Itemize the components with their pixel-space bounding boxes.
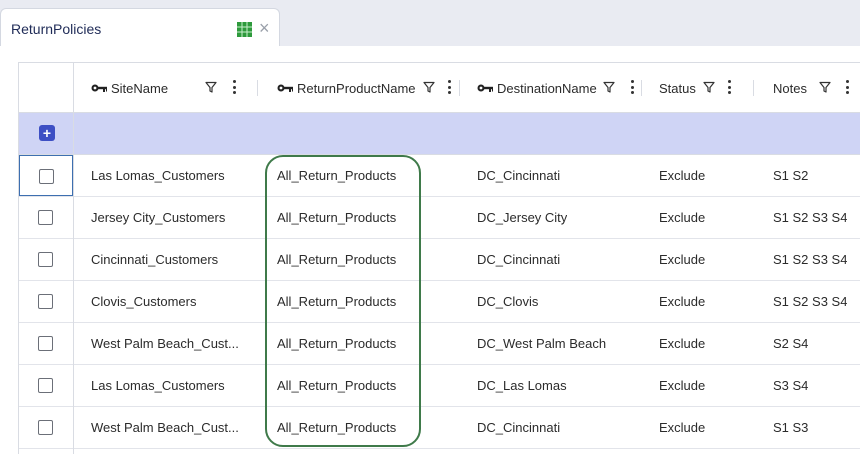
cell-sitename[interactable]: Jersey City_Customers — [91, 197, 225, 238]
row-select-cell — [19, 155, 73, 196]
filter-icon[interactable] — [819, 80, 831, 93]
cell-destinationname[interactable]: DC_Las Lomas — [477, 365, 567, 406]
row-checkbox[interactable] — [38, 420, 53, 435]
cell-status[interactable]: Exclude — [659, 281, 705, 322]
row-select-cell — [19, 239, 73, 280]
row-checkbox[interactable] — [38, 378, 53, 393]
cell-status[interactable]: Exclude — [659, 407, 705, 448]
column-header-sitename[interactable]: SiteName — [91, 63, 168, 113]
column-header-label: DestinationName — [497, 80, 597, 96]
row-checkbox[interactable] — [38, 252, 53, 267]
column-resize-handle[interactable] — [257, 80, 258, 96]
key-icon — [91, 83, 111, 93]
cell-returnproductname[interactable]: All_Return_Products — [277, 407, 396, 448]
cell-destinationname[interactable]: DC_Cincinnati — [477, 239, 560, 280]
table-row[interactable]: Jersey City_Customers All_Return_Products… — [19, 197, 860, 239]
table-row[interactable]: West Palm Beach_Cust... All_Return_Produc… — [19, 323, 860, 365]
cell-returnproductname[interactable]: All_Return_Products — [277, 155, 396, 196]
close-icon[interactable]: × — [259, 19, 270, 37]
cell-returnproductname[interactable]: All_Return_Products — [277, 323, 396, 364]
column-header-label: SiteName — [111, 80, 169, 96]
table-row[interactable]: West Palm Beach_Cust... All_Return_Produc… — [19, 407, 860, 449]
tab-title: ReturnPolicies — [11, 21, 102, 37]
row-select-cell — [19, 323, 73, 364]
row-checkbox[interactable] — [38, 294, 53, 309]
column-header-label: Notes — [773, 80, 807, 96]
table-row[interactable]: Las Lomas_Customers All_Return_Products DC… — [19, 365, 860, 407]
cell-sitename[interactable]: Clovis_Customers — [91, 281, 196, 322]
column-resize-handle[interactable] — [753, 80, 754, 96]
column-menu-icon[interactable] — [447, 80, 451, 94]
cell-status[interactable]: Exclude — [659, 239, 705, 280]
table-row[interactable]: Las Lomas_Customers All_Return_Products DC… — [19, 155, 860, 197]
column-menu-icon[interactable] — [727, 80, 731, 94]
return-policies-grid: SiteName ReturnProductName DestinationName… — [18, 62, 860, 454]
add-row-bar: + — [19, 113, 860, 155]
cell-status[interactable]: Exclude — [659, 197, 705, 238]
column-header-notes[interactable]: Notes — [773, 63, 807, 113]
cell-sitename[interactable]: Las Lomas_Customers — [91, 155, 225, 196]
filter-icon[interactable] — [603, 80, 615, 93]
cell-status[interactable]: Exclude — [659, 323, 705, 364]
checkbox-column-divider — [73, 63, 74, 454]
cell-sitename[interactable]: West Palm Beach_Cust... — [91, 407, 239, 448]
row-checkbox[interactable] — [38, 210, 53, 225]
cell-destinationname[interactable]: DC_West Palm Beach — [477, 323, 606, 364]
tab-return-policies[interactable]: ReturnPolicies × — [0, 8, 280, 46]
row-checkbox[interactable] — [38, 336, 53, 351]
filter-icon[interactable] — [205, 80, 217, 93]
key-icon — [277, 83, 297, 93]
filter-icon[interactable] — [423, 80, 435, 93]
cell-notes[interactable]: S1 S2 S3 S4 — [773, 197, 847, 238]
column-header-status[interactable]: Status — [659, 63, 696, 113]
row-select-cell — [19, 407, 73, 448]
key-icon — [477, 83, 497, 93]
cell-notes[interactable]: S2 S4 — [773, 323, 808, 364]
table-row[interactable]: Cincinnati_Customers All_Return_Products D… — [19, 239, 860, 281]
cell-sitename[interactable]: West Palm Beach_Cust... — [91, 323, 239, 364]
table-icon — [237, 22, 252, 37]
column-menu-icon[interactable] — [232, 80, 236, 94]
cell-destinationname[interactable]: DC_Jersey City — [477, 197, 567, 238]
cell-status[interactable]: Exclude — [659, 155, 705, 196]
plus-icon[interactable]: + — [39, 125, 55, 141]
cell-returnproductname[interactable]: All_Return_Products — [277, 239, 396, 280]
tab-bar: ReturnPolicies × — [0, 0, 860, 46]
cell-notes[interactable]: S1 S3 — [773, 407, 808, 448]
column-menu-icon[interactable] — [630, 80, 634, 94]
row-select-cell — [19, 281, 73, 322]
column-resize-handle[interactable] — [641, 80, 642, 96]
cell-notes[interactable]: S1 S2 — [773, 155, 808, 196]
cell-sitename[interactable]: Cincinnati_Customers — [91, 239, 218, 280]
column-resize-handle[interactable] — [459, 80, 460, 96]
cell-sitename[interactable]: Las Lomas_Customers — [91, 365, 225, 406]
cell-destinationname[interactable]: DC_Cincinnati — [477, 407, 560, 448]
cell-notes[interactable]: S1 S2 S3 S4 — [773, 239, 847, 280]
row-select-cell — [19, 197, 73, 238]
column-header-returnproductname[interactable]: ReturnProductName — [277, 63, 416, 113]
cell-notes[interactable]: S1 S2 S3 S4 — [773, 281, 847, 322]
grid-header: SiteName ReturnProductName DestinationName… — [19, 63, 860, 113]
cell-status[interactable]: Exclude — [659, 365, 705, 406]
cell-returnproductname[interactable]: All_Return_Products — [277, 281, 396, 322]
column-menu-icon[interactable] — [845, 80, 849, 94]
row-select-cell — [19, 365, 73, 406]
row-checkbox[interactable] — [39, 169, 54, 184]
filter-icon[interactable] — [703, 80, 715, 93]
cell-destinationname[interactable]: DC_Clovis — [477, 281, 538, 322]
cell-returnproductname[interactable]: All_Return_Products — [277, 365, 396, 406]
column-header-label: ReturnProductName — [297, 80, 416, 96]
cell-returnproductname[interactable]: All_Return_Products — [277, 197, 396, 238]
column-header-label: Status — [659, 80, 696, 96]
column-header-destinationname[interactable]: DestinationName — [477, 63, 597, 113]
cell-destinationname[interactable]: DC_Cincinnati — [477, 155, 560, 196]
table-row[interactable]: Clovis_Customers All_Return_Products DC_Cl… — [19, 281, 860, 323]
cell-notes[interactable]: S3 S4 — [773, 365, 808, 406]
